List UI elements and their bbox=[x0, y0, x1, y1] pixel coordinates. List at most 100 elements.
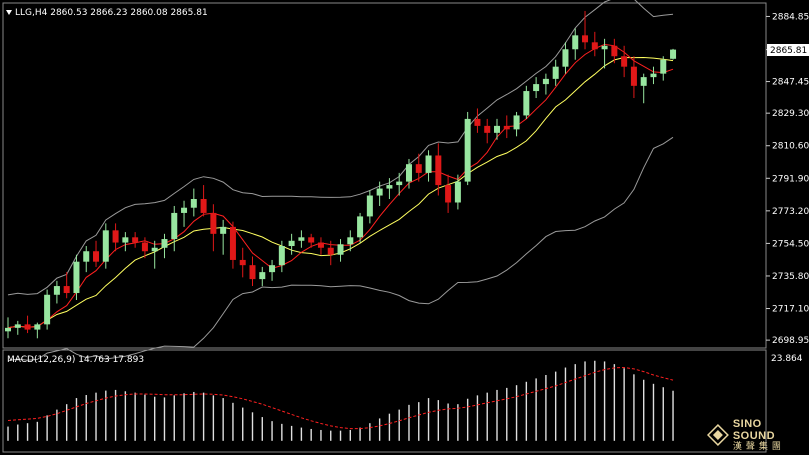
candles[interactable] bbox=[5, 10, 677, 339]
price-tick-label: 2884.85 bbox=[772, 12, 809, 22]
price-tick-label: 2810.60 bbox=[772, 142, 809, 152]
candle bbox=[14, 320, 21, 335]
candle-body bbox=[621, 56, 628, 67]
candle bbox=[83, 246, 90, 273]
candle-body bbox=[93, 251, 100, 262]
candle bbox=[562, 42, 569, 74]
candle-body bbox=[347, 237, 354, 245]
candle bbox=[396, 172, 403, 196]
candle-body bbox=[112, 230, 119, 243]
candle bbox=[220, 219, 227, 255]
candle-body bbox=[190, 199, 197, 208]
candle bbox=[464, 111, 471, 186]
candle bbox=[552, 59, 559, 86]
candle-body bbox=[611, 45, 618, 57]
candle bbox=[288, 233, 295, 255]
candle-body bbox=[298, 237, 305, 241]
svg-text:2865.81: 2865.81 bbox=[770, 46, 807, 56]
candle-body bbox=[503, 125, 510, 130]
candle bbox=[650, 66, 657, 85]
candle bbox=[73, 254, 80, 300]
candle bbox=[161, 233, 168, 259]
candle-body bbox=[229, 226, 236, 260]
candle-body bbox=[5, 327, 11, 332]
candle-body bbox=[288, 240, 295, 247]
candle-body bbox=[484, 125, 491, 133]
macd-label: MACD(12,26,9) 14.763 17.893 bbox=[7, 355, 144, 365]
macd-signal-path bbox=[7, 366, 674, 430]
candle bbox=[337, 239, 344, 262]
candle-body bbox=[582, 35, 589, 43]
macd-histogram bbox=[7, 360, 674, 441]
bollinger-bands bbox=[7, 0, 674, 362]
candle bbox=[582, 10, 589, 50]
candle bbox=[53, 280, 60, 304]
candle bbox=[523, 85, 530, 119]
price-tick-label: 2791.90 bbox=[772, 174, 809, 184]
candle-body bbox=[269, 265, 276, 273]
price-tick-label: 2829.30 bbox=[772, 109, 809, 119]
candle-body bbox=[562, 49, 569, 67]
chart-window[interactable]: 2884.85 2847.45 2829.30 2810.60 2791.90 2773.… bbox=[0, 0, 809, 455]
candle-body bbox=[141, 242, 148, 252]
candle bbox=[171, 205, 178, 252]
candle-body bbox=[220, 226, 227, 234]
candle bbox=[210, 204, 217, 252]
candle bbox=[122, 232, 129, 252]
candle bbox=[317, 237, 324, 255]
candle-body bbox=[454, 181, 461, 203]
sino-sound-logo: SINO SOUND 漢聲集團 bbox=[707, 418, 807, 452]
candle bbox=[474, 108, 481, 133]
price-tick-label: 2698.95 bbox=[772, 336, 809, 346]
candle bbox=[366, 190, 373, 224]
candle-body bbox=[630, 66, 637, 86]
candle bbox=[63, 272, 70, 299]
candle bbox=[44, 289, 51, 330]
candle-body bbox=[44, 294, 51, 325]
candle bbox=[591, 31, 598, 57]
candle-body bbox=[259, 272, 266, 280]
candle-body bbox=[151, 247, 158, 252]
candle-body bbox=[83, 251, 90, 262]
candle-body bbox=[464, 118, 471, 182]
candle bbox=[572, 28, 579, 60]
candle bbox=[494, 118, 500, 140]
candle-body bbox=[24, 324, 31, 330]
candle bbox=[269, 259, 276, 281]
price-axis: 2884.85 2847.45 2829.30 2810.60 2791.90 2773.… bbox=[766, 12, 809, 346]
candle-body bbox=[53, 286, 60, 295]
candle-body bbox=[572, 35, 579, 50]
candle bbox=[670, 48, 677, 60]
candle-body bbox=[278, 246, 285, 266]
candle bbox=[151, 240, 158, 269]
candle-body bbox=[249, 265, 256, 280]
candle bbox=[181, 200, 188, 227]
candle-body bbox=[181, 207, 188, 213]
current-price-tag: 2865.81 bbox=[767, 44, 809, 56]
candle bbox=[112, 223, 119, 252]
candle-body bbox=[386, 185, 393, 189]
candle-body bbox=[542, 78, 549, 85]
macd-axis-label: 23.864 bbox=[771, 354, 803, 364]
candle-body bbox=[523, 91, 530, 116]
candle-body bbox=[210, 212, 217, 234]
candle bbox=[132, 232, 139, 248]
dropdown-triangle-icon[interactable] bbox=[6, 10, 12, 15]
candle bbox=[503, 115, 510, 139]
candle bbox=[229, 221, 236, 269]
candle bbox=[484, 118, 491, 144]
candle-body bbox=[513, 115, 520, 130]
candle-body bbox=[494, 125, 500, 133]
diamond-logo-icon bbox=[707, 424, 729, 446]
logo-text-en: SINO SOUND bbox=[732, 417, 776, 442]
candle bbox=[533, 77, 540, 99]
candle-body bbox=[552, 66, 559, 79]
candle-body bbox=[308, 237, 315, 243]
candle bbox=[239, 247, 246, 278]
candle bbox=[93, 240, 100, 267]
candle-body bbox=[533, 84, 540, 92]
candle bbox=[200, 185, 207, 217]
logo-text-cn: 漢聲集團 bbox=[732, 441, 785, 452]
candle bbox=[190, 188, 197, 217]
candle bbox=[425, 150, 432, 182]
